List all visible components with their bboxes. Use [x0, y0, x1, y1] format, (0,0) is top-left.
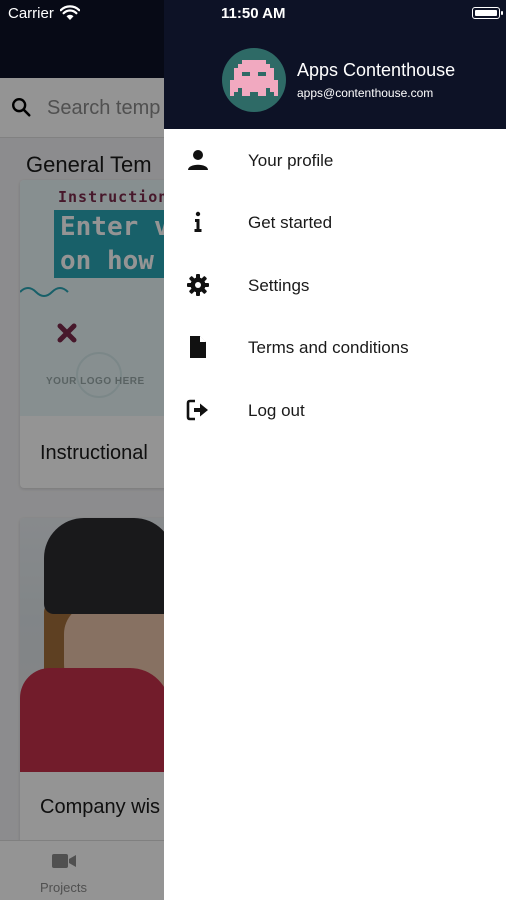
status-time: 11:50 AM — [221, 5, 286, 22]
pixel-invader-icon — [230, 60, 278, 96]
menu-item-label: Get started — [248, 213, 333, 232]
menu-item-your-profile[interactable]: Your profile — [164, 129, 506, 191]
menu-item-terms[interactable]: Terms and conditions — [164, 316, 506, 378]
user-name: Apps Contenthouse — [297, 60, 456, 80]
menu-item-label: Settings — [248, 276, 310, 295]
menu-item-label: Your profile — [248, 151, 334, 170]
drawer-header: Apps Contenthouse apps@contenthouse.com — [164, 0, 506, 129]
menu-item-log-out[interactable]: Log out — [164, 379, 506, 441]
wifi-icon — [60, 5, 80, 20]
battery-icon — [472, 7, 503, 19]
gear-icon — [187, 274, 209, 296]
navigation-drawer: Apps Contenthouse apps@contenthouse.com … — [164, 0, 506, 900]
status-carrier: Carrier — [8, 5, 54, 22]
info-icon — [194, 211, 202, 232]
logout-icon — [186, 399, 208, 421]
user-email: apps@contenthouse.com — [297, 86, 434, 100]
menu-item-label: Log out — [248, 401, 305, 420]
person-icon — [188, 150, 208, 170]
menu-item-settings[interactable]: Settings — [164, 254, 506, 316]
avatar[interactable] — [222, 48, 286, 112]
menu-item-get-started[interactable]: Get started — [164, 191, 506, 253]
document-icon — [190, 336, 206, 358]
menu-item-label: Terms and conditions — [248, 338, 409, 357]
